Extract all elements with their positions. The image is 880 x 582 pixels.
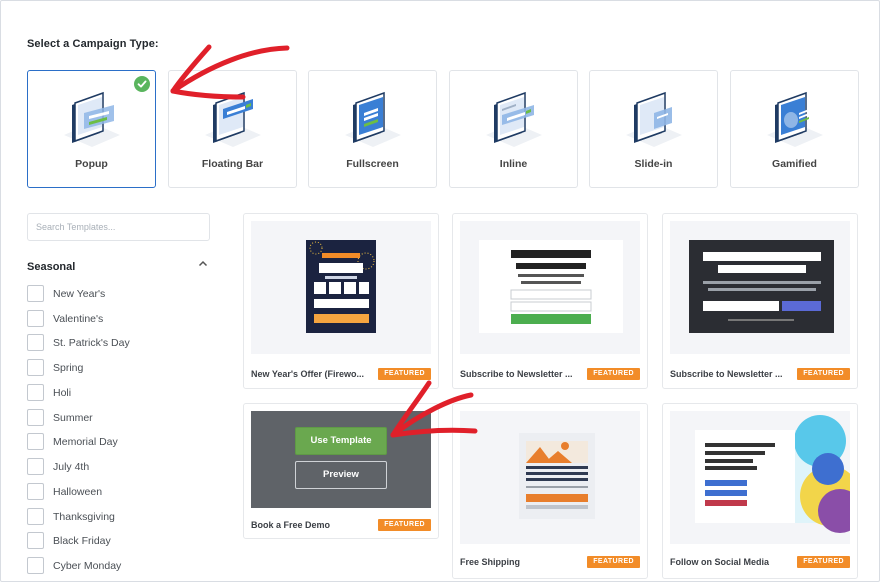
newsletter-light-preview [479,240,623,333]
chevron-up-icon[interactable] [198,260,208,267]
firework-template-preview [306,240,376,333]
template-name: Follow on Social Media [670,557,770,567]
floating-bar-type-icon [205,91,261,147]
type-label: Fullscreen [346,158,399,170]
checkbox[interactable] [27,409,44,426]
checkbox[interactable] [27,557,44,574]
checkbox[interactable] [27,508,44,525]
category-item-st-patricks-day[interactable]: St. Patrick's Day [27,334,207,352]
category-item-memorial-day[interactable]: Memorial Day [27,433,207,451]
featured-badge: FEATURED [797,368,850,380]
featured-badge: FEATURED [587,368,640,380]
template-card-follow-social-media[interactable]: Follow on Social Media FEATURED [662,403,862,579]
checkbox[interactable] [27,384,44,401]
category-label: New Year's [53,288,106,300]
popup-type-icon [64,91,120,147]
seasonal-category-header[interactable]: Seasonal [27,257,210,275]
template-hover-overlay: Use Template Preview [251,411,431,508]
featured-badge: FEATURED [378,368,431,380]
checkbox[interactable] [27,483,44,500]
campaign-type-inline[interactable]: Inline [449,70,578,188]
checkbox[interactable] [27,359,44,376]
category-item-holi[interactable]: Holi [27,384,207,402]
type-label: Slide-in [634,158,673,170]
category-label: St. Patrick's Day [53,337,130,349]
template-name: New Year's Offer (Firewo... [251,369,365,379]
type-label: Gamified [772,158,817,170]
type-label: Floating Bar [201,158,264,170]
inline-type-icon [486,91,542,147]
campaign-type-floating-bar[interactable]: Floating Bar [168,70,297,188]
category-item-black-friday[interactable]: Black Friday [27,532,207,550]
campaign-type-gamified[interactable]: Gamified [730,70,859,188]
category-label: Valentine's [53,313,104,325]
slide-in-type-icon [626,91,682,147]
social-media-preview [695,415,862,533]
template-thumbnail [670,221,850,354]
type-label: Inline [499,158,528,170]
category-label: Holi [53,387,72,399]
category-label: Memorial Day [53,436,118,448]
template-thumbnail [251,221,431,354]
template-thumbnail [460,221,640,354]
category-item-spring[interactable]: Spring [27,359,207,377]
category-label: Thanksgiving [53,511,115,523]
checkbox[interactable] [27,334,44,351]
checkbox[interactable] [27,310,44,327]
featured-badge: FEATURED [378,519,431,531]
template-name: Free Shipping [460,557,521,567]
type-label: Popup [75,158,108,170]
search-templates-input[interactable] [27,213,210,241]
checkbox[interactable] [27,433,44,450]
category-label: Halloween [53,486,103,498]
category-item-valentines[interactable]: Valentine's [27,310,207,328]
campaign-type-popup[interactable]: Popup [27,70,156,188]
category-item-thanksgiving[interactable]: Thanksgiving [27,508,207,526]
free-shipping-preview [519,433,595,519]
category-label: Summer [53,412,93,424]
newsletter-dark-preview [689,240,834,333]
category-label: Black Friday [53,535,111,547]
category-item-summer[interactable]: Summer [27,409,207,427]
template-name: Subscribe to Newsletter ... [670,369,783,379]
template-name: Book a Free Demo [251,520,331,530]
template-thumbnail [670,411,862,544]
checkbox[interactable] [27,285,44,302]
template-card-new-years-offer[interactable]: New Year's Offer (Firewo... FEATURED [243,213,439,389]
campaign-type-list: Popup Floating Bar Fullscreen Inline Sli… [27,70,859,188]
app-frame: Select a Campaign Type: Popup Floating B… [0,0,880,582]
campaign-type-slide-in[interactable]: Slide-in [589,70,718,188]
campaign-type-heading: Select a Campaign Type: [27,38,159,50]
featured-badge: FEATURED [797,556,850,568]
template-card-subscribe-newsletter-light[interactable]: Subscribe to Newsletter ... FEATURED [452,213,648,389]
fullscreen-type-icon [345,91,401,147]
category-item-july-4th[interactable]: July 4th [27,458,207,476]
preview-button[interactable]: Preview [295,461,387,489]
category-label: Cyber Monday [53,560,122,572]
selected-check-icon [134,76,150,92]
template-name: Subscribe to Newsletter ... [460,369,573,379]
template-thumbnail [460,411,640,544]
category-title: Seasonal [27,261,76,273]
checkbox[interactable] [27,458,44,475]
template-card-book-free-demo[interactable]: Use Template Preview Book a Free Demo FE… [243,403,439,539]
category-item-cyber-monday[interactable]: Cyber Monday [27,557,207,575]
category-label: Spring [53,362,84,374]
featured-badge: FEATURED [587,556,640,568]
category-item-new-years[interactable]: New Year's [27,285,207,303]
category-label: July 4th [53,461,90,473]
campaign-type-fullscreen[interactable]: Fullscreen [308,70,437,188]
use-template-button[interactable]: Use Template [295,427,387,455]
checkbox[interactable] [27,532,44,549]
category-item-halloween[interactable]: Halloween [27,483,207,501]
template-card-free-shipping[interactable]: Free Shipping FEATURED [452,403,648,579]
template-card-subscribe-newsletter-dark[interactable]: Subscribe to Newsletter ... FEATURED [662,213,858,389]
gamified-type-icon [767,91,823,147]
